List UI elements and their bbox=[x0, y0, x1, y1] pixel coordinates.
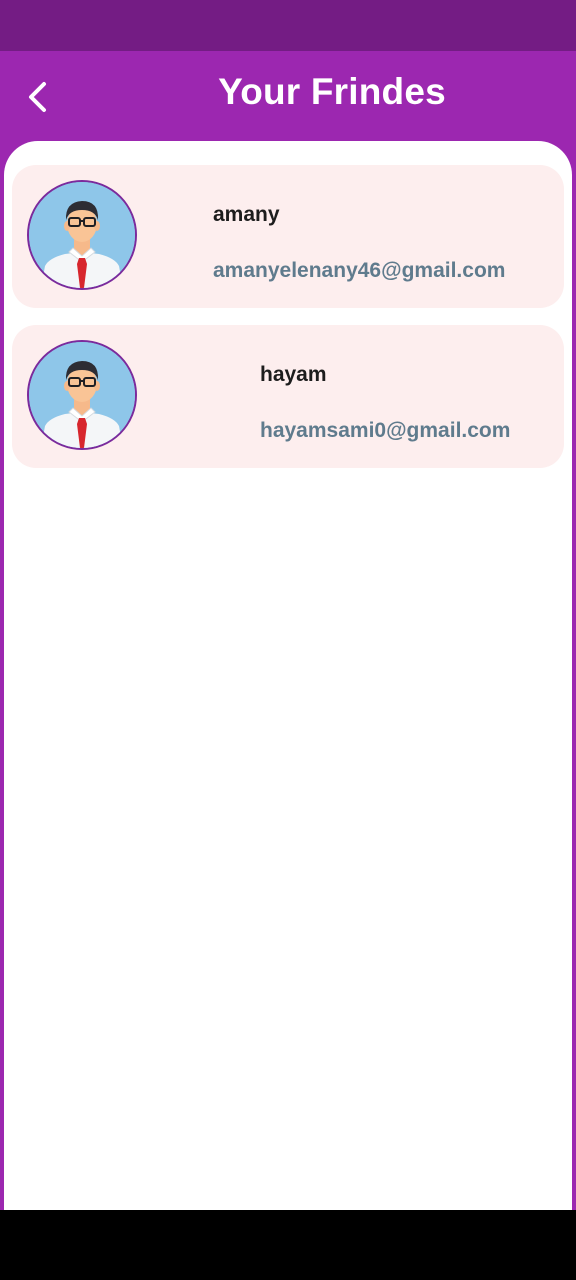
friend-email: amanyelenany46@gmail.com bbox=[213, 259, 506, 282]
friend-email: hayamsami0@gmail.com bbox=[260, 419, 511, 442]
app-bar: Your Frindes bbox=[0, 51, 576, 141]
friend-card[interactable]: hayam hayamsami0@gmail.com bbox=[12, 325, 564, 468]
person-avatar-icon bbox=[27, 340, 137, 450]
friend-name: amany bbox=[213, 203, 280, 226]
person-avatar-icon bbox=[27, 180, 137, 290]
friend-card[interactable]: amany amanyelenany46@gmail.com bbox=[12, 165, 564, 308]
friend-name: hayam bbox=[260, 363, 327, 386]
friends-list: amany amanyelenany46@gmail.com hayam hay… bbox=[4, 141, 572, 1210]
page-title: Your Frindes bbox=[218, 71, 446, 112]
system-nav-bar bbox=[0, 1210, 576, 1280]
status-bar bbox=[0, 0, 576, 51]
